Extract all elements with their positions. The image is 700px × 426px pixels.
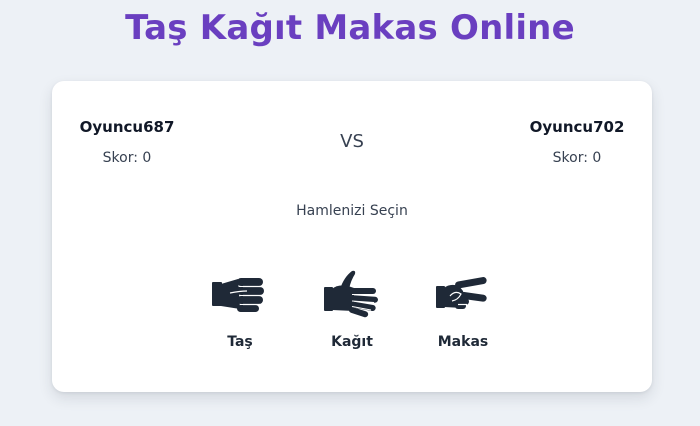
player-left: Oyuncu687 Skor: 0 bbox=[52, 117, 202, 168]
player-right-name: Oyuncu702 bbox=[529, 118, 625, 136]
rock-label: Taş bbox=[227, 333, 253, 350]
player-right-score: Skor: 0 bbox=[552, 150, 602, 166]
scissors-label: Makas bbox=[437, 333, 489, 350]
player-right: Oyuncu702 Skor: 0 bbox=[502, 117, 652, 168]
game-card: Oyuncu687 Skor: 0 VS Oyuncu702 Skor: 0 H… bbox=[52, 81, 652, 392]
player-left-name: Oyuncu687 bbox=[79, 118, 175, 136]
player-left-score: Skor: 0 bbox=[102, 150, 152, 166]
rock-button[interactable]: Taş bbox=[195, 264, 285, 354]
move-prompt: Hamlenizi Seçin bbox=[296, 203, 408, 219]
vs-label: VS bbox=[340, 131, 364, 152]
paper-label: Kağıt bbox=[331, 333, 373, 350]
paper-button[interactable]: Kağıt bbox=[307, 264, 397, 354]
page-title: Taş Kağıt Makas Online bbox=[125, 8, 575, 48]
rock-fist-icon bbox=[212, 277, 264, 312]
scissors-hand-icon bbox=[436, 276, 487, 309]
paper-hand-icon bbox=[324, 270, 378, 317]
scissors-button[interactable]: Makas bbox=[418, 264, 508, 354]
